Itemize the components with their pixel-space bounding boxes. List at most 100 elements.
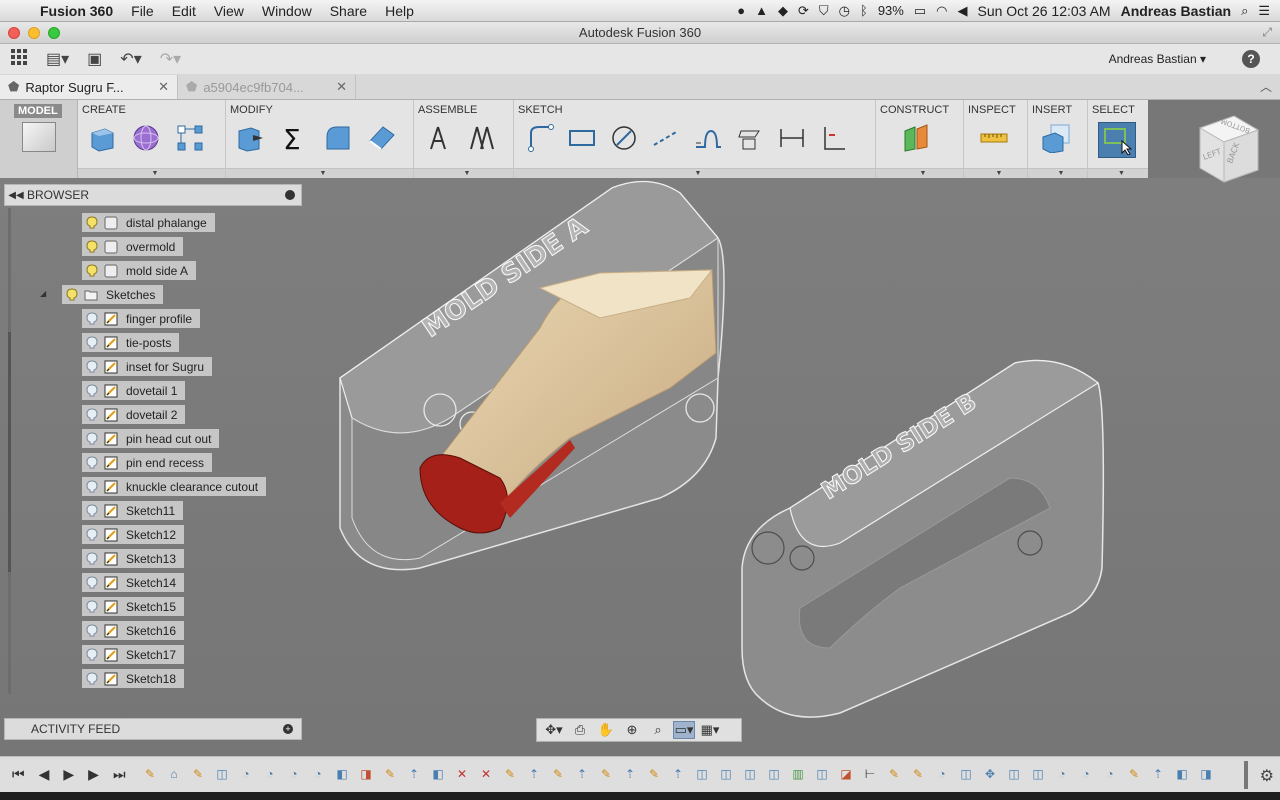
timeline-feature-icon[interactable]: ◫ — [956, 764, 976, 784]
select-group-title[interactable]: SELECT — [1092, 104, 1135, 116]
user-name[interactable]: Andreas Bastian — [1121, 3, 1231, 19]
visibility-bulb-icon[interactable] — [86, 503, 98, 518]
timeline-feature-icon[interactable]: ✎ — [908, 764, 928, 784]
insert-dropdown-icon[interactable]: ▼ — [1058, 170, 1065, 177]
sketch-item[interactable]: Sketch13 — [82, 549, 185, 568]
visibility-bulb-icon[interactable] — [86, 239, 98, 254]
timeline-feature-icon[interactable]: ✥ — [980, 764, 1000, 784]
timeline-feature-icon[interactable]: ◫ — [740, 764, 760, 784]
sketch-item[interactable]: Sketch16 — [82, 621, 185, 640]
fillet-icon[interactable] — [322, 122, 354, 154]
account-menu[interactable]: Andreas Bastian ▾ — [1109, 52, 1206, 66]
help-icon[interactable]: ? — [1242, 50, 1260, 68]
timeline-feature-icon[interactable]: ▥ — [788, 764, 808, 784]
visibility-bulb-icon[interactable] — [86, 311, 98, 326]
close-window-button[interactable] — [8, 27, 20, 39]
workspace-switcher[interactable]: MODEL — [0, 100, 78, 178]
sketch-item[interactable]: tie-posts — [82, 333, 180, 352]
document-tab[interactable]: ⬟ a5904ec9fb704... ✕ — [178, 75, 356, 99]
chamfer-icon[interactable] — [366, 122, 398, 154]
timeline-feature-icon[interactable]: ◧ — [1172, 764, 1192, 784]
sketch-item[interactable]: Sketch14 — [82, 573, 185, 592]
timeline-feature-icon[interactable]: ⇡ — [1148, 764, 1168, 784]
app-menu[interactable]: Fusion 360 — [40, 3, 113, 19]
timeline-feature-icon[interactable]: ⊢ — [860, 764, 880, 784]
timemachine-icon[interactable]: ◷ — [839, 3, 850, 19]
select-dropdown-icon[interactable]: ▼ — [1118, 170, 1125, 177]
battery-percent[interactable]: 93% — [878, 3, 904, 18]
timeline-feature-icon[interactable]: ✎ — [380, 764, 400, 784]
display-settings-icon[interactable]: ▭▾ — [673, 721, 695, 739]
expand-plus-icon[interactable]: + — [283, 724, 293, 734]
go-to-start-icon[interactable]: ⏮ — [12, 766, 25, 783]
wifi-icon[interactable]: ◠ — [936, 3, 947, 19]
data-panel-grid-icon[interactable] — [10, 48, 28, 71]
undo-icon[interactable]: ↶▾ — [120, 49, 141, 69]
timeline-feature-icon[interactable]: ⇡ — [572, 764, 592, 784]
select-window-icon[interactable] — [1098, 122, 1136, 158]
visibility-bulb-icon[interactable] — [86, 359, 98, 374]
fit-icon[interactable]: ⌕ — [647, 721, 669, 739]
visibility-bulb-icon[interactable] — [86, 575, 98, 590]
timeline-feature-icon[interactable]: ◔ — [1076, 764, 1096, 784]
timeline-feature-icon[interactable]: ◔ — [260, 764, 280, 784]
sketch-item[interactable]: knuckle clearance cutout — [82, 477, 267, 496]
volume-icon[interactable]: ◀ — [957, 3, 967, 19]
menu-edit[interactable]: Edit — [172, 3, 196, 19]
timeline-feature-icon[interactable]: ◧ — [428, 764, 448, 784]
timeline-feature-icon[interactable]: ◧ — [332, 764, 352, 784]
visibility-bulb-icon[interactable] — [86, 431, 98, 446]
sketch-dropdown-icon[interactable]: ▼ — [695, 170, 702, 177]
timeline-feature-icon[interactable]: ◔ — [1100, 764, 1120, 784]
visibility-bulb-icon[interactable] — [66, 287, 78, 302]
visibility-bulb-icon[interactable] — [86, 551, 98, 566]
menu-view[interactable]: View — [214, 3, 244, 19]
fullscreen-icon[interactable]: ⤢ — [1262, 25, 1272, 40]
create-dropdown-icon[interactable]: ▼ — [152, 170, 159, 177]
visibility-bulb-icon[interactable] — [86, 215, 98, 230]
sketch-item[interactable]: pin end recess — [82, 453, 213, 472]
joint-icon[interactable] — [422, 122, 454, 154]
visibility-bulb-icon[interactable] — [86, 647, 98, 662]
clock[interactable]: Sun Oct 26 12:03 AM — [977, 3, 1110, 19]
bluetooth-icon[interactable]: ᛒ — [860, 3, 868, 18]
close-tab-icon[interactable]: ✕ — [336, 79, 347, 95]
constraint-icon[interactable] — [818, 122, 850, 154]
trim-icon[interactable] — [650, 122, 682, 154]
sketch-item[interactable]: inset for Sugru — [82, 357, 213, 376]
timeline-feature-icon[interactable]: ◫ — [692, 764, 712, 784]
pattern-icon[interactable] — [174, 122, 206, 154]
gear-icon[interactable]: ⚙ — [1260, 766, 1274, 786]
timeline-feature-icon[interactable]: ◨ — [356, 764, 376, 784]
timeline-feature-icon[interactable]: ◫ — [1004, 764, 1024, 784]
as-built-joint-icon[interactable] — [466, 122, 498, 154]
sphere-icon[interactable] — [130, 122, 162, 154]
timeline-feature-icon[interactable]: ◔ — [1052, 764, 1072, 784]
play-icon[interactable]: ▶ — [63, 766, 74, 783]
timeline-feature-icon[interactable]: ⇡ — [668, 764, 688, 784]
timeline-feature-icon[interactable]: ⇡ — [620, 764, 640, 784]
offset-icon[interactable] — [692, 122, 724, 154]
notification-icon[interactable]: ▲ — [755, 3, 768, 18]
timeline-feature-icon[interactable]: ✎ — [188, 764, 208, 784]
expand-triangle-icon[interactable]: ◢ — [40, 289, 46, 298]
line-icon[interactable] — [524, 122, 556, 154]
insert-group-title[interactable]: INSERT — [1032, 104, 1072, 116]
visibility-bulb-icon[interactable] — [86, 263, 98, 278]
sketch-item[interactable]: Sketch18 — [82, 669, 185, 688]
timeline-marker[interactable] — [1244, 761, 1248, 789]
press-pull-icon[interactable] — [234, 122, 266, 154]
assemble-dropdown-icon[interactable]: ▼ — [464, 170, 471, 177]
timeline-feature-icon[interactable]: ✕ — [476, 764, 496, 784]
save-icon[interactable]: ▣ — [87, 49, 102, 69]
minimize-window-button[interactable] — [28, 27, 40, 39]
sketch-item[interactable]: dovetail 1 — [82, 381, 186, 400]
timeline-feature-icon[interactable]: ✎ — [548, 764, 568, 784]
sketch-group-title[interactable]: SKETCH — [518, 104, 563, 116]
visibility-bulb-icon[interactable] — [86, 527, 98, 542]
collapse-browser-icon[interactable]: ◀◀ — [5, 190, 27, 201]
spotlight-search-icon[interactable]: ⌕ — [1241, 3, 1248, 19]
step-forward-icon[interactable]: ▶ — [88, 766, 99, 783]
visibility-bulb-icon[interactable] — [86, 455, 98, 470]
visibility-bulb-icon[interactable] — [86, 335, 98, 350]
